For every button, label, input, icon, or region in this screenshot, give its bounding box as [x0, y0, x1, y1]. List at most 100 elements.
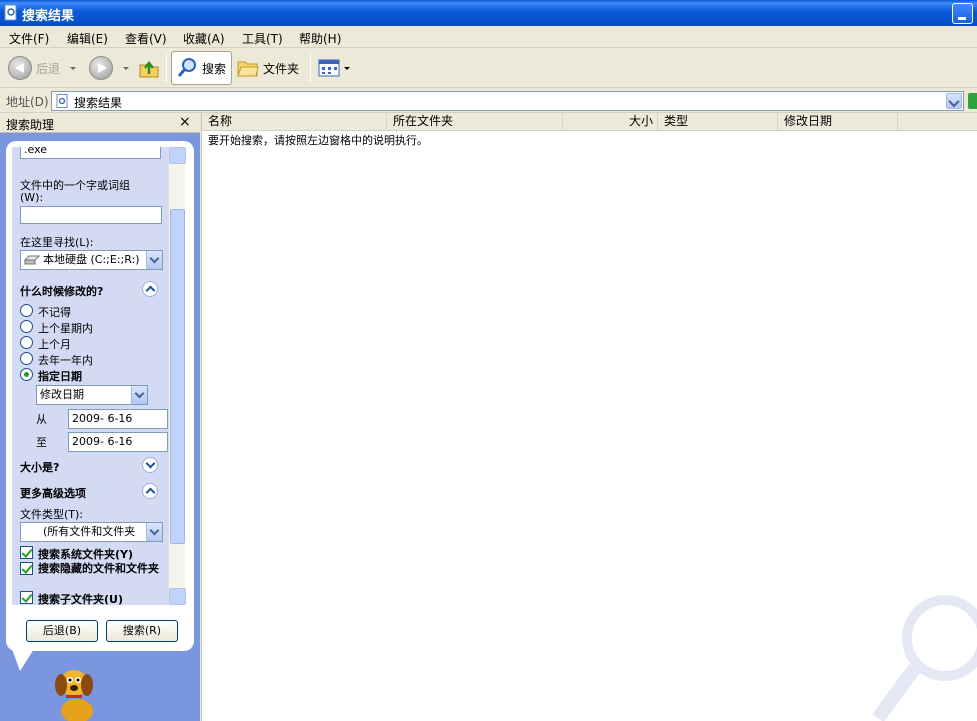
views-dropdown-icon[interactable] — [344, 66, 350, 70]
radio-label: 不记得 — [38, 306, 71, 319]
check-system-folders[interactable] — [20, 546, 33, 559]
up-folder-button[interactable] — [137, 51, 161, 85]
to-date-input[interactable]: 2009- 6-16 — [68, 432, 168, 452]
bubble-tail — [12, 649, 34, 671]
views-icon — [318, 59, 340, 77]
lookin-label: 在这里寻找(L): — [20, 236, 94, 249]
radio-label: 上个星期内 — [38, 322, 93, 335]
column-size[interactable]: 大小 — [563, 113, 658, 131]
check-label: 搜索隐藏的文件和文件夹 — [38, 562, 159, 575]
search-pane-header: 搜索助理 × — [0, 113, 200, 133]
radio-dont-remember[interactable] — [20, 304, 33, 317]
back-button[interactable]: 后退 — [8, 51, 77, 85]
filetype-select[interactable]: (所有文件和文件夹 — [20, 522, 163, 542]
radio-specify-dates[interactable] — [20, 368, 33, 381]
to-label: 至 — [36, 436, 47, 449]
check-subfolders[interactable] — [20, 591, 33, 604]
radio-label: 指定日期 — [38, 370, 82, 383]
pane-back-button[interactable]: 后退(B) — [26, 620, 98, 642]
search-companion-pane: .exe 文件中的一个字或词组 (W): 在这里寻找(L): 本地硬盘 (C:;… — [0, 133, 200, 721]
pane-search-button[interactable]: 搜索(R) — [106, 620, 178, 642]
advanced-title: 更多高级选项 — [20, 487, 86, 500]
search-results-icon — [56, 94, 68, 108]
toolbar-separator — [166, 54, 167, 82]
scroll-up-icon[interactable] — [169, 147, 186, 164]
check-label: 搜索子文件夹(U) — [38, 593, 123, 605]
menu-view[interactable]: 查看(V) — [125, 30, 167, 47]
menu-file[interactable]: 文件(F) — [9, 30, 49, 47]
forward-button[interactable] — [89, 51, 129, 85]
expand-size-icon[interactable] — [142, 457, 158, 473]
back-arrow-icon — [8, 56, 32, 80]
folders-button[interactable]: 文件夹 — [237, 51, 299, 85]
search-pane-title: 搜索助理 — [6, 118, 55, 132]
results-list[interactable]: 名称 所在文件夹 大小 类型 修改日期 要开始搜索，请按照左边窗格中的说明执行。 — [201, 113, 977, 721]
menu-help[interactable]: 帮助(H) — [299, 30, 341, 47]
scroll-thumb[interactable] — [170, 209, 185, 544]
radio-last-year[interactable] — [20, 352, 33, 365]
check-hidden-files[interactable] — [20, 562, 33, 575]
search-bubble: .exe 文件中的一个字或词组 (W): 在这里寻找(L): 本地硬盘 (C:;… — [6, 141, 194, 651]
address-bar: 地址(D) 搜索结果 — [0, 89, 977, 113]
close-pane-icon[interactable]: × — [179, 114, 191, 130]
column-header: 名称 所在文件夹 大小 类型 修改日期 — [202, 113, 977, 131]
filetype-label: 文件类型(T): — [20, 508, 84, 521]
search-icon — [177, 58, 196, 77]
column-name[interactable]: 名称 — [202, 113, 387, 131]
word-label-line2: (W): — [20, 191, 44, 204]
views-button[interactable] — [318, 51, 350, 85]
folders-label: 文件夹 — [263, 61, 300, 76]
toolbar: 后退 搜索 文件夹 — [0, 48, 977, 88]
pane-scrollbar[interactable] — [168, 147, 186, 605]
address-dropdown-icon[interactable] — [946, 93, 962, 109]
scroll-down-icon[interactable] — [169, 588, 186, 605]
menu-edit[interactable]: 编辑(E) — [67, 30, 108, 47]
column-modified[interactable]: 修改日期 — [778, 113, 898, 131]
go-button[interactable] — [968, 93, 977, 109]
lookin-select[interactable]: 本地硬盘 (C:;E:;R:) — [20, 250, 163, 270]
filetype-value: (所有文件和文件夹 — [43, 525, 136, 538]
back-label: 后退 — [36, 61, 61, 76]
forward-dropdown-icon[interactable] — [123, 66, 129, 70]
menu-bar: 文件(F) 编辑(E) 查看(V) 收藏(A) 工具(T) 帮助(H) — [0, 26, 977, 48]
search-results-window-icon — [4, 4, 17, 21]
address-value: 搜索结果 — [74, 96, 123, 110]
radio-last-week[interactable] — [20, 320, 33, 333]
address-input[interactable]: 搜索结果 — [51, 91, 964, 111]
toolbar-separator — [310, 54, 311, 82]
hard-drive-icon — [24, 255, 40, 265]
minimize-button[interactable] — [952, 3, 973, 24]
column-type[interactable]: 类型 — [658, 113, 778, 131]
folder-icon — [237, 61, 259, 77]
results-message: 要开始搜索，请按照左边窗格中的说明执行。 — [208, 134, 428, 147]
filetype-dropdown-icon[interactable] — [146, 523, 162, 541]
title-bar: 搜索结果 — [0, 0, 977, 26]
radio-label: 上个月 — [38, 338, 71, 351]
window-title: 搜索结果 — [22, 9, 75, 24]
when-modified-title: 什么时候修改的? — [20, 285, 104, 298]
back-dropdown-icon[interactable] — [70, 66, 77, 70]
search-label: 搜索 — [202, 61, 227, 76]
magnifier-watermark-icon — [872, 595, 977, 721]
radio-label: 去年一年内 — [38, 354, 93, 367]
date-type-dropdown-icon[interactable] — [131, 386, 147, 404]
search-button[interactable]: 搜索 — [171, 51, 232, 85]
search-dog-icon — [55, 670, 93, 721]
from-label: 从 — [36, 413, 47, 426]
date-type-select[interactable]: 修改日期 — [36, 385, 148, 405]
column-folder[interactable]: 所在文件夹 — [387, 113, 563, 131]
forward-arrow-icon — [89, 56, 113, 80]
word-input[interactable] — [20, 206, 162, 224]
date-type-value: 修改日期 — [40, 388, 84, 401]
check-label: 搜索系统文件夹(Y) — [38, 548, 134, 561]
from-date-input[interactable]: 2009- 6-16 — [68, 409, 168, 429]
filename-input[interactable]: .exe — [20, 147, 161, 159]
collapse-advanced-icon[interactable] — [142, 483, 158, 499]
menu-tools[interactable]: 工具(T) — [242, 30, 283, 47]
lookin-dropdown-icon[interactable] — [146, 251, 162, 269]
address-label: 地址(D) — [6, 95, 49, 109]
menu-favorites[interactable]: 收藏(A) — [183, 30, 225, 47]
collapse-when-icon[interactable] — [142, 281, 158, 297]
radio-last-month[interactable] — [20, 336, 33, 349]
size-title: 大小是? — [20, 461, 60, 474]
